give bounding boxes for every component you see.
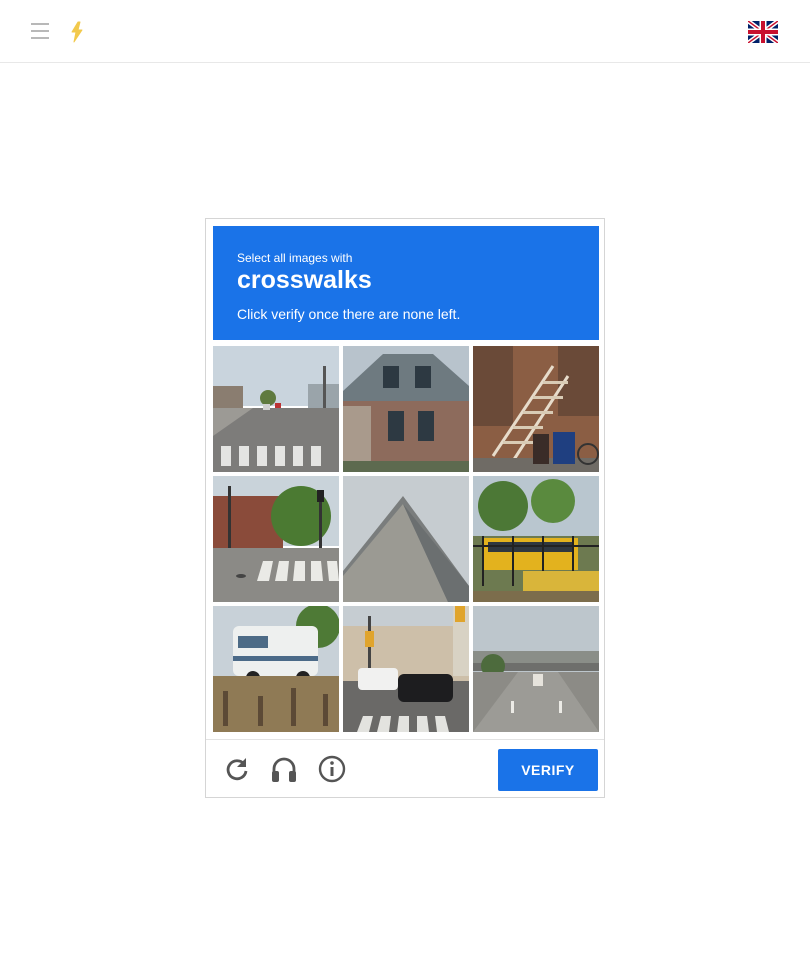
image-tile-6[interactable] — [473, 476, 599, 602]
reload-icon[interactable] — [223, 755, 251, 783]
image-tile-7[interactable] — [213, 606, 339, 732]
headphones-icon[interactable] — [270, 755, 298, 783]
image-tile-2[interactable] — [343, 346, 469, 472]
image-grid — [213, 346, 599, 732]
top-bar — [0, 0, 810, 63]
hamburger-menu-icon[interactable] — [31, 23, 49, 41]
image-tile-9[interactable] — [473, 606, 599, 732]
captcha-challenge: Select all images with crosswalks Click … — [205, 218, 605, 798]
image-tile-1[interactable] — [213, 346, 339, 472]
verify-button[interactable]: VERIFY — [498, 749, 598, 791]
lightning-logo-icon[interactable] — [68, 21, 86, 43]
target-object: crosswalks — [237, 266, 372, 294]
image-tile-8[interactable] — [343, 606, 469, 732]
image-tile-5[interactable] — [343, 476, 469, 602]
captcha-prompt: Select all images with crosswalks Click … — [213, 226, 599, 340]
image-tile-3[interactable] — [473, 346, 599, 472]
info-icon[interactable] — [318, 755, 346, 783]
image-tile-4[interactable] — [213, 476, 339, 602]
captcha-footer: VERIFY — [206, 739, 604, 798]
instruction-text: Select all images with — [237, 251, 353, 265]
uk-flag-icon[interactable] — [748, 21, 778, 43]
hint-text: Click verify once there are none left. — [237, 306, 461, 322]
